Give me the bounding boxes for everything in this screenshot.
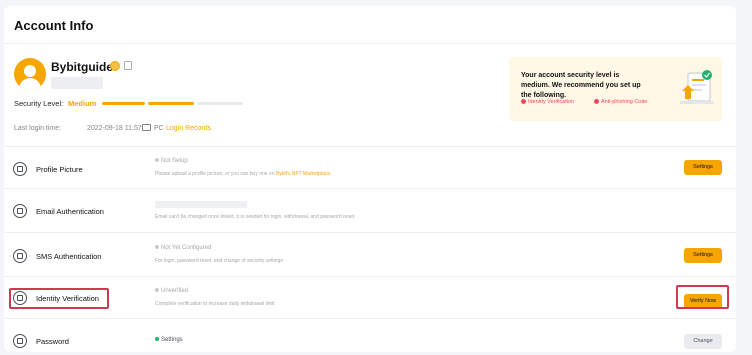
avatar-head-shape [24,65,36,77]
username: Bybitguide [51,60,113,74]
security-bar-segment-2 [148,102,194,105]
settings-row-identity: Identity Verification Unverified Complet… [4,276,736,318]
settings-row-sms: SMS Authentication Not Yet Configured Fo… [4,232,736,276]
identity-title-highlight [9,288,109,309]
security-level-value: Medium [68,99,97,108]
recommendation-identity-link[interactable]: Identity Verification [521,99,574,105]
settings-row-email: Email Authentication Email can't be chan… [4,188,736,232]
avatar[interactable] [14,58,46,90]
row-title: Profile Picture [36,165,83,174]
security-bar-segment-1 [102,102,145,105]
status-badge: Not Setup [155,158,188,164]
last-login-label: Last login time: [14,125,62,132]
uid-redacted [51,77,103,89]
lock-icon [13,334,27,348]
status-dot-icon [155,245,159,250]
status-badge: Not Yet Configured [155,245,211,251]
row-description: Email can't be changed once linked. It i… [155,214,356,220]
row-description: For login, password reset, and change of… [155,258,283,264]
email-redacted [155,201,247,208]
banner-message: Your account security level is medium. W… [521,72,641,99]
status-dot-icon [155,337,159,342]
alert-dot-icon [594,99,599,105]
status-dot-icon [155,158,159,163]
settings-row-profile-picture: Profile Picture Not Setup Please upload … [4,146,736,188]
recommendation-antiphishing-link[interactable]: Anti-phishing Code [594,99,647,105]
row-description: Complete verification to increase daily … [155,301,275,307]
monitor-icon [142,124,151,131]
profile-picture-icon [13,162,27,176]
page-title: Account Info [14,18,94,33]
alert-dot-icon [521,99,526,105]
verify-button-highlight [676,285,729,309]
row-title: SMS Authentication [36,252,102,261]
security-level-label: Security Level: [14,99,64,108]
status-dot-icon [155,288,159,293]
phone-icon [13,249,27,263]
vip-badge-icon [110,61,120,71]
card-header: Account Info [4,6,736,44]
login-device: PC [154,125,164,132]
row-description: Please upload a profile picture, or you … [155,171,332,177]
security-bar-segment-3 [197,102,243,105]
login-separator: / [134,124,136,131]
status-badge: Unverified [155,288,188,294]
avatar-body-shape [19,78,41,90]
account-info-card: Account Info Bybitguide Security Level: … [4,6,736,352]
email-icon [13,204,27,218]
edit-icon[interactable] [124,61,132,70]
sms-settings-button[interactable]: Settings [684,248,722,263]
status-badge: Settings [155,337,183,343]
login-records-link[interactable]: Login Records [166,125,211,132]
security-illustration-icon [680,70,714,104]
change-password-button[interactable]: Change [684,334,722,349]
settings-row-password: Password Settings Change [4,318,736,352]
nft-marketplace-link[interactable]: Bybit's NFT Marketplace. [276,171,332,177]
security-recommendation-banner: Your account security level is medium. W… [509,57,722,121]
profile-picture-settings-button[interactable]: Settings [684,160,722,175]
row-title: Email Authentication [36,207,104,216]
row-title: Password [36,337,69,346]
